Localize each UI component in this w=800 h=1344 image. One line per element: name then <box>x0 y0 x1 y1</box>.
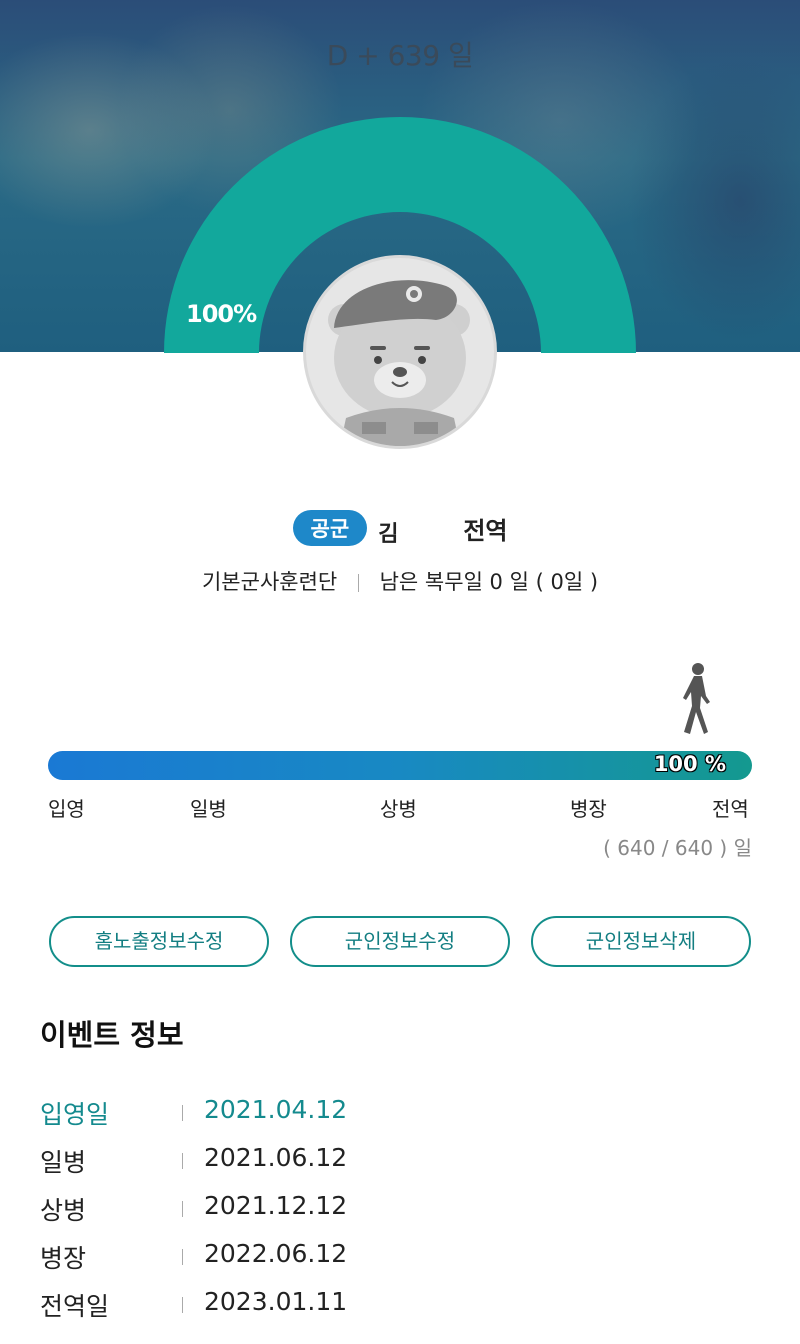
event-date: 2023.01.11 <box>204 1287 348 1316</box>
divider <box>182 1153 183 1169</box>
branch-badge: 공군 <box>292 510 368 546</box>
delete-military-info-button[interactable]: 군인정보삭제 <box>531 916 751 967</box>
event-date: 2022.06.12 <box>204 1239 348 1268</box>
event-label: 병장 <box>40 1244 87 1273</box>
event-section-title: 이벤트 정보 <box>40 1018 184 1052</box>
remaining-days: 남은 복무일 0 일 ( 0일 ) <box>379 570 599 594</box>
event-label: 입영일 <box>40 1100 110 1129</box>
divider <box>182 1297 183 1313</box>
rank-label-sergeant: 병장 <box>570 797 607 821</box>
event-date: 2021.12.12 <box>204 1191 348 1220</box>
rank-label-discharge: 전역 <box>712 797 749 821</box>
avatar-illustration <box>328 280 470 446</box>
event-row-discharge: 전역일 2023.01.11 <box>40 1287 760 1327</box>
walking-soldier-icon <box>683 663 710 734</box>
divider <box>182 1249 183 1265</box>
event-row-corporal: 상병 2021.12.12 <box>40 1191 760 1231</box>
rank-label-private: 일병 <box>190 797 227 821</box>
event-label: 전역일 <box>40 1292 110 1321</box>
profile-name-row: 공군 김 전역 <box>0 508 800 548</box>
divider <box>182 1201 183 1217</box>
event-row-enlist: 입영일 2021.04.12 <box>40 1095 760 1135</box>
event-date: 2021.06.12 <box>204 1143 348 1172</box>
rank-label-enlist: 입영 <box>48 797 85 821</box>
event-row-sergeant: 병장 2022.06.12 <box>40 1239 760 1279</box>
name-visible-start: 김 <box>378 522 399 547</box>
event-row-private: 일병 2021.06.12 <box>40 1143 760 1183</box>
edit-home-display-button[interactable]: 홈노출정보수정 <box>49 916 269 967</box>
service-status: 전역 <box>463 516 508 545</box>
bear-soldier-avatar[interactable] <box>303 255 497 449</box>
divider <box>357 574 359 592</box>
profile-sub-row: 기본군사훈련단 남은 복무일 0 일 ( 0일 ) <box>0 566 800 596</box>
days-count: ( 640 / 640 ) 일 <box>603 836 752 860</box>
event-label: 상병 <box>40 1196 87 1225</box>
unit-name: 기본군사훈련단 <box>201 570 338 594</box>
progress-percent: 100 % <box>653 752 726 776</box>
edit-military-info-button[interactable]: 군인정보수정 <box>290 916 510 967</box>
event-date: 2021.04.12 <box>204 1095 348 1124</box>
service-progress-bar: 100 % <box>48 751 752 780</box>
arc-percent-label: 100% <box>186 300 257 328</box>
divider <box>182 1105 183 1121</box>
masked-name: 김 <box>374 508 457 548</box>
event-label: 일병 <box>40 1148 87 1177</box>
rank-label-corporal: 상병 <box>380 797 417 821</box>
